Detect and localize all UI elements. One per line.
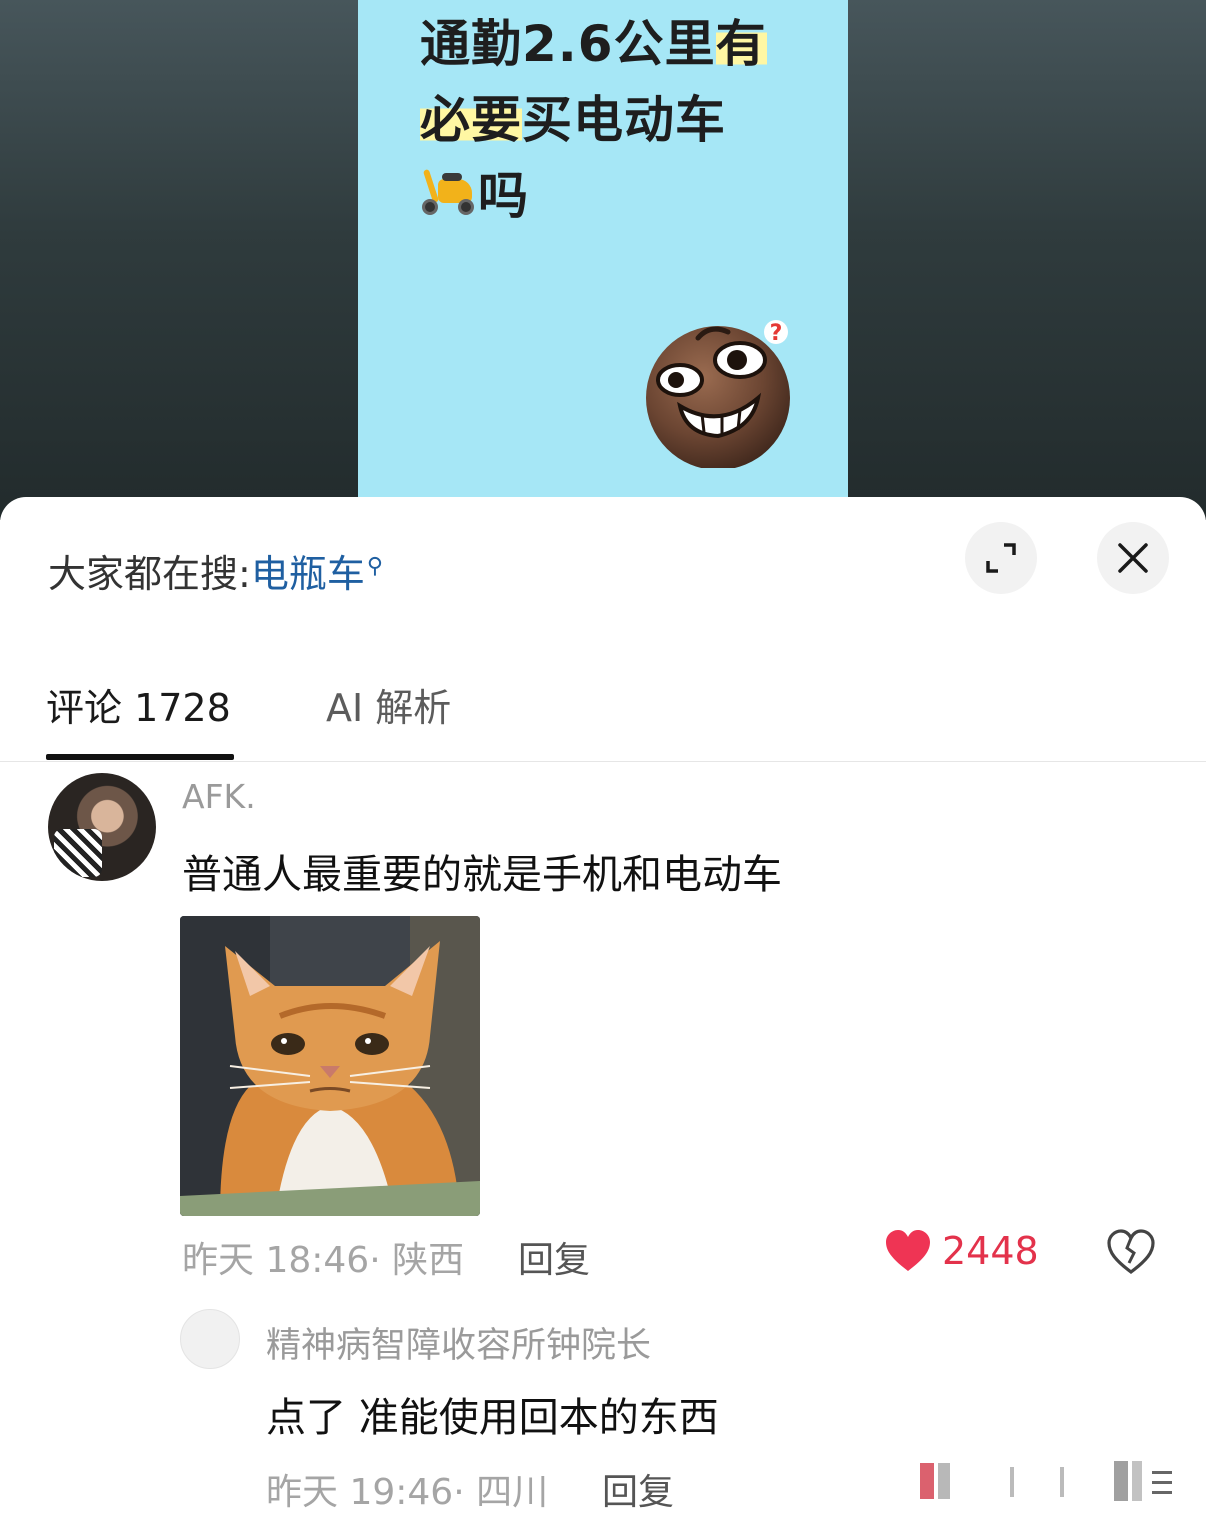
video-title-part1: 通勤2.6公里 xyxy=(420,15,716,73)
comment-image-cat[interactable] xyxy=(180,916,480,1216)
reply-reply-button[interactable]: 回复 xyxy=(602,1463,674,1515)
broken-heart-icon xyxy=(1107,1229,1155,1275)
avatar[interactable] xyxy=(48,773,156,881)
video-title-part2: 买电动车 xyxy=(522,91,726,149)
close-icon xyxy=(1118,543,1148,573)
reply-avatar[interactable] xyxy=(180,1309,240,1369)
expand-icon xyxy=(986,543,1016,573)
trending-search-label: 大家都在搜: xyxy=(48,552,251,596)
like-button[interactable]: 2448 xyxy=(884,1229,1039,1273)
svg-text:?: ? xyxy=(770,321,783,346)
dislike-button[interactable] xyxy=(1106,1229,1156,1279)
video-title-part3: 吗 xyxy=(478,167,529,225)
reply-text: 点了 准能使用回本的东西 xyxy=(266,1395,719,1441)
close-button[interactable] xyxy=(1097,522,1169,594)
comment-sheet: 大家都在搜:电瓶车⚲ 评论 1728 AI 解析 AFK. 普通人最重要的就是手… xyxy=(0,497,1206,1529)
reply-username[interactable]: 精神病智障收容所钟院长 xyxy=(266,1317,651,1368)
comment-meta: 昨天 18:46· 陕西 xyxy=(182,1240,465,1281)
video-title: 通勤2.6公里有 必要买电动车 吗 xyxy=(420,6,820,234)
video-title-highlight: 有 xyxy=(715,15,767,73)
divider xyxy=(0,761,1206,762)
comment-text: 普通人最重要的就是手机和电动车 xyxy=(182,852,782,898)
confused-face-icon: ? xyxy=(646,320,790,468)
trending-search-keyword[interactable]: 电瓶车 xyxy=(251,552,365,596)
trending-search[interactable]: 大家都在搜:电瓶车⚲ xyxy=(48,543,383,598)
comment-username[interactable]: AFK. xyxy=(182,777,256,816)
reply-button[interactable]: 回复 xyxy=(518,1231,590,1283)
cat-photo xyxy=(180,916,480,1216)
like-count: 2448 xyxy=(942,1229,1039,1273)
search-icon: ⚲ xyxy=(366,554,383,579)
tab-bar: 评论 1728 AI 解析 xyxy=(0,647,1206,762)
watermark-logo xyxy=(920,1461,1172,1501)
video-title-highlight: 必要 xyxy=(420,91,522,149)
reply-meta: 昨天 19:46· 四川 xyxy=(266,1472,549,1513)
active-tab-indicator xyxy=(46,754,234,760)
tab-comments[interactable]: 评论 1728 xyxy=(46,677,231,732)
tab-ai-analysis[interactable]: AI 解析 xyxy=(326,677,451,732)
expand-button[interactable] xyxy=(965,522,1037,594)
scooter-icon xyxy=(420,168,478,217)
heart-filled-icon xyxy=(886,1230,930,1271)
